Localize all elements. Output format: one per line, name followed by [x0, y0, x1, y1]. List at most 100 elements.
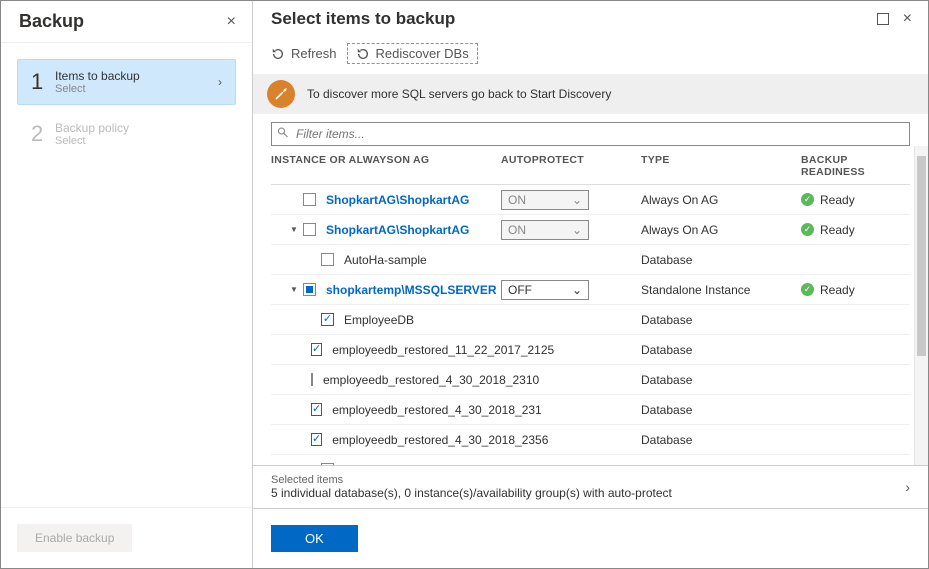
- table-row[interactable]: masterDatabase: [271, 455, 910, 465]
- expand-caret-icon[interactable]: ▼: [289, 225, 299, 234]
- select-value: ON: [508, 193, 526, 207]
- summary-label: Selected items: [271, 474, 672, 486]
- chevron-right-icon: ›: [218, 75, 222, 89]
- readiness-text: Ready: [820, 193, 855, 207]
- cell-name: ▼ ShopkartAG\ShopkartAG: [271, 223, 501, 237]
- checkbox[interactable]: [321, 313, 334, 326]
- col-type: TYPE: [641, 154, 801, 178]
- item-name[interactable]: shopkartemp\MSSQLSERVER: [326, 283, 496, 297]
- autoprotect-select[interactable]: OFF ⌄: [501, 280, 589, 300]
- left-title: Backup: [19, 11, 84, 32]
- right-header: Select items to backup ×: [253, 1, 928, 37]
- cell-name: EmployeeDB: [271, 313, 501, 327]
- cell-type: Standalone Instance: [641, 283, 801, 297]
- cell-readiness: Ready: [801, 283, 910, 297]
- checkbox[interactable]: [303, 193, 316, 206]
- table-body: ShopkartAG\ShopkartAGON⌄Always On AGRead…: [271, 185, 910, 465]
- info-bar: To discover more SQL servers go back to …: [253, 74, 928, 114]
- step-subtitle: Select: [55, 83, 218, 95]
- item-name: EmployeeDB: [344, 313, 414, 327]
- checkbox[interactable]: [311, 433, 322, 446]
- right-panel: Select items to backup × Refresh Redisco…: [253, 1, 928, 568]
- step-body: Items to backup Select: [55, 69, 218, 95]
- filter-input[interactable]: [271, 122, 910, 146]
- cell-type: Always On AG: [641, 193, 801, 207]
- step-title: Backup policy: [55, 121, 222, 135]
- cell-autoprotect: ON⌄: [501, 220, 641, 240]
- rediscover-label: Rediscover DBs: [376, 46, 469, 61]
- steps-list: 1 Items to backup Select › 2 Backup poli…: [1, 43, 252, 507]
- item-name: employeedb_restored_4_30_2018_2356: [332, 433, 548, 447]
- scrollbar[interactable]: [914, 146, 928, 465]
- step-backup-policy[interactable]: 2 Backup policy Select: [17, 111, 236, 157]
- scrollbar-thumb[interactable]: [917, 156, 926, 356]
- checkbox[interactable]: [311, 403, 322, 416]
- close-icon[interactable]: ×: [227, 13, 236, 31]
- item-name: employeedb_restored_11_22_2017_2125: [332, 343, 554, 357]
- select-value: OFF: [508, 283, 532, 297]
- cell-type: Database: [641, 343, 801, 357]
- item-name[interactable]: ShopkartAG\ShopkartAG: [326, 223, 469, 237]
- header-controls: ×: [877, 10, 912, 28]
- summary-text: 5 individual database(s), 0 instance(s)/…: [271, 486, 672, 500]
- expand-caret-icon[interactable]: ▼: [289, 285, 299, 294]
- item-name: AutoHa-sample: [344, 253, 427, 267]
- table-area: INSTANCE OR ALWAYSON AG AUTOPROTECT TYPE…: [253, 146, 928, 465]
- step-number: 2: [31, 121, 55, 147]
- chevron-right-icon[interactable]: ›: [905, 479, 910, 495]
- cell-type: Database: [641, 403, 801, 417]
- item-name[interactable]: ShopkartAG\ShopkartAG: [326, 193, 469, 207]
- info-text: To discover more SQL servers go back to …: [307, 87, 611, 101]
- table-row[interactable]: ShopkartAG\ShopkartAG ON⌄Always On AG Read…: [271, 185, 910, 215]
- footer: OK: [253, 509, 928, 568]
- checkbox[interactable]: [303, 223, 316, 236]
- cell-autoprotect: OFF ⌄: [501, 280, 641, 300]
- table-row[interactable]: EmployeeDB Database: [271, 305, 910, 335]
- cell-autoprotect: ON⌄: [501, 190, 641, 210]
- select-value: ON: [508, 223, 526, 237]
- check-circle-icon: [801, 193, 814, 206]
- checkbox[interactable]: [311, 373, 313, 386]
- cell-type: Database: [641, 253, 801, 267]
- app-root: Backup × 1 Items to backup Select › 2 Ba…: [0, 0, 929, 569]
- checkbox[interactable]: [303, 283, 316, 296]
- cell-type: Database: [641, 313, 801, 327]
- table-row[interactable]: ▼ShopkartAG\ShopkartAGON⌄Always On AGRea…: [271, 215, 910, 245]
- col-autoprotect: AUTOPROTECT: [501, 154, 641, 178]
- table-row[interactable]: employeedb_restored_4_30_2018_231 Databas…: [271, 395, 910, 425]
- step-title: Items to backup: [55, 69, 218, 83]
- table-scroll[interactable]: INSTANCE OR ALWAYSON AG AUTOPROTECT TYPE…: [271, 146, 910, 465]
- checkbox[interactable]: [321, 253, 334, 266]
- col-instance: INSTANCE OR ALWAYSON AG: [271, 154, 501, 178]
- checkbox[interactable]: [311, 343, 322, 356]
- table-row[interactable]: ▼ shopkartemp\MSSQLSERVER OFF ⌄ Standalone I…: [271, 275, 910, 305]
- enable-backup-button: Enable backup: [17, 524, 132, 552]
- left-panel: Backup × 1 Items to backup Select › 2 Ba…: [1, 1, 253, 568]
- wrench-icon: [267, 80, 295, 108]
- cell-type: Database: [641, 373, 801, 387]
- close-icon[interactable]: ×: [903, 10, 912, 28]
- refresh-label: Refresh: [291, 46, 337, 61]
- filter-box: [271, 122, 910, 146]
- right-title: Select items to backup: [271, 9, 455, 29]
- table-row[interactable]: employeedb_restored_11_22_2017_2125 Datab…: [271, 335, 910, 365]
- chevron-down-icon: ⌄: [572, 283, 582, 297]
- table-row[interactable]: employeedb_restored_4_30_2018_2310Databa…: [271, 365, 910, 395]
- readiness-text: Ready: [820, 283, 855, 297]
- cell-name: ▼ shopkartemp\MSSQLSERVER: [271, 283, 501, 297]
- refresh-button[interactable]: Refresh: [271, 46, 337, 61]
- summary-bar[interactable]: Selected items 5 individual database(s),…: [253, 465, 928, 509]
- cell-readiness: Ready: [801, 193, 910, 207]
- filter-wrap: [253, 114, 928, 146]
- rediscover-dbs-button[interactable]: Rediscover DBs: [347, 43, 478, 64]
- left-header: Backup ×: [1, 1, 252, 43]
- table-row[interactable]: AutoHa-sample Database: [271, 245, 910, 275]
- cell-type: Always On AG: [641, 223, 801, 237]
- maximize-icon[interactable]: [877, 13, 889, 25]
- table-row[interactable]: employeedb_restored_4_30_2018_2356Databa…: [271, 425, 910, 455]
- left-footer: Enable backup: [1, 507, 252, 568]
- item-name: employeedb_restored_4_30_2018_231: [332, 403, 542, 417]
- ok-button[interactable]: OK: [271, 525, 358, 552]
- cell-name: employeedb_restored_11_22_2017_2125: [271, 343, 501, 357]
- step-items-to-backup[interactable]: 1 Items to backup Select ›: [17, 59, 236, 105]
